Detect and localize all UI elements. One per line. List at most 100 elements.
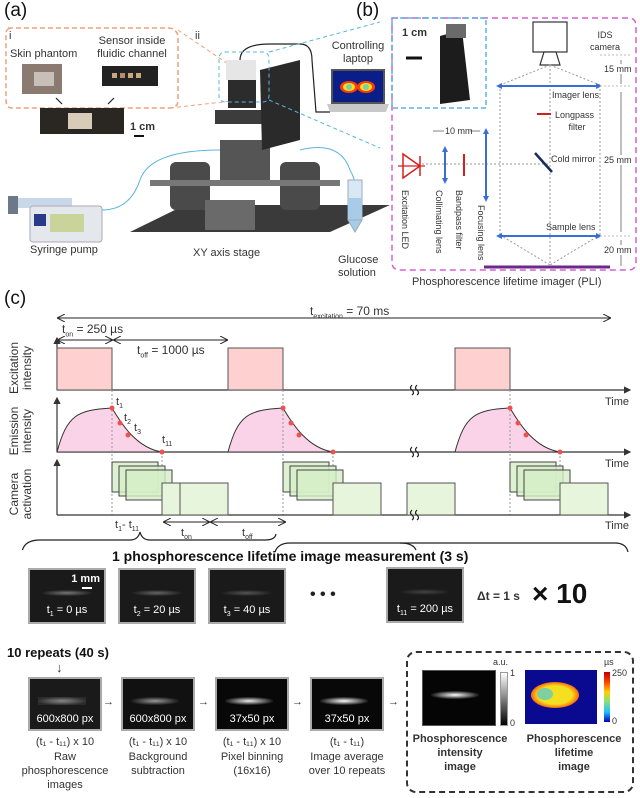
focusing-lens-label: Focusing lens bbox=[476, 205, 486, 261]
excitation-pulse bbox=[454, 347, 511, 391]
point-t1: t1 bbox=[116, 396, 123, 411]
excitation-pulse bbox=[227, 347, 284, 391]
pipeline-size: 600x800 px bbox=[36, 713, 94, 725]
frame-t2: t2 = 20 µs bbox=[118, 568, 196, 624]
dim-25mm: 25 mm bbox=[604, 155, 632, 165]
pipeline-size: 37x50 px bbox=[229, 713, 275, 725]
intensity-unit: a.u. bbox=[493, 657, 509, 667]
repeats-title: 10 repeats (40 s) bbox=[7, 645, 109, 660]
lifetime-image bbox=[525, 670, 597, 724]
cold-mirror bbox=[534, 152, 553, 173]
y-label-camera: Camera activation bbox=[7, 468, 34, 520]
sensor-label-1: Sensor inside bbox=[98, 35, 166, 47]
pipeline-desc: subtraction bbox=[131, 765, 185, 777]
arrow-right-icon: → bbox=[198, 696, 209, 708]
skin-phantom-label: Skin phantom bbox=[10, 48, 78, 60]
syringe-pump-label: Syringe pump bbox=[30, 244, 98, 256]
longpass-label-2: filter bbox=[568, 122, 586, 132]
sensor-label-2: fluidic channel bbox=[97, 48, 167, 60]
intensity-colorbar bbox=[500, 672, 508, 726]
sample-point bbox=[507, 405, 513, 411]
pipeline-raw-image: 600x800 px bbox=[28, 677, 102, 731]
glucose-tube-icon bbox=[347, 179, 363, 233]
frame-t11: t11 = 200 µs bbox=[386, 567, 464, 623]
lifetime-title: lifetime bbox=[554, 747, 594, 759]
xy-stage-label: XY axis stage bbox=[193, 247, 261, 259]
y-label-excitation: Excitation intensity bbox=[7, 341, 34, 395]
dim-20mm: 20 mm bbox=[604, 245, 632, 255]
lifetime-title: Phosphorescence bbox=[526, 733, 622, 745]
frame-caption: t1 = 0 µs bbox=[46, 603, 88, 618]
t-on-label: ton = 250 µs bbox=[62, 322, 124, 339]
emission-curve bbox=[227, 407, 334, 453]
collimating-lens-label: Collimating lens bbox=[434, 190, 444, 254]
ids-camera-icon bbox=[532, 21, 568, 53]
times-ten-label: × 10 bbox=[532, 578, 588, 609]
arrow-right-icon: → bbox=[103, 696, 114, 708]
intensity-max: 1 bbox=[510, 668, 516, 678]
pipeline-desc: (16x16) bbox=[233, 765, 271, 777]
t-on-bottom-label: ton bbox=[181, 527, 192, 542]
pipeline-binning-image: 37x50 px bbox=[215, 677, 289, 731]
range-t1-t11: t1- t11 bbox=[115, 519, 140, 534]
pipeline-range: (t₁ - t₁₁) x 10 bbox=[222, 736, 282, 748]
frame-t3: t3 = 40 µs bbox=[208, 568, 286, 624]
excitation-pulse bbox=[56, 347, 113, 391]
ids-label-2: camera bbox=[589, 42, 620, 52]
intensity-image bbox=[422, 670, 496, 726]
dim-15mm: 15 mm bbox=[604, 64, 632, 74]
excitation-led-label: Excitation LED bbox=[400, 190, 410, 250]
sample-point bbox=[557, 449, 563, 455]
sample-point bbox=[117, 420, 123, 426]
sample-point bbox=[109, 405, 115, 411]
pipeline-range: (t₁ - t₁₁) x 10 bbox=[35, 736, 95, 748]
sample-lens-label: Sample lens bbox=[546, 222, 596, 232]
inset-i-label: i bbox=[9, 30, 12, 42]
pli-photo bbox=[440, 24, 470, 104]
down-arrow-icon: ↓ bbox=[56, 660, 63, 675]
panel-b-letter: (b) bbox=[356, 0, 380, 21]
glucose-label-2: solution bbox=[338, 267, 376, 279]
point-t3: t3 bbox=[134, 422, 141, 437]
measurement-title: 1 phosphorescence lifetime image measure… bbox=[112, 548, 469, 564]
pipeline-range: (t₁ - t₁₁) x 10 bbox=[128, 736, 188, 748]
lifetime-max: 250 bbox=[612, 668, 628, 678]
time-label-3: Time bbox=[605, 520, 630, 532]
arrow-right-icon: → bbox=[292, 696, 303, 708]
syringe-pump-icon bbox=[8, 196, 103, 243]
arrow-right-icon: → bbox=[388, 696, 399, 708]
pipeline-average-image: 37x50 px bbox=[310, 677, 384, 731]
intensity-title: image bbox=[444, 761, 476, 773]
delta-t-label: Δt = 1 s bbox=[477, 589, 520, 603]
pipeline-desc: Image average bbox=[310, 751, 384, 763]
sample-point bbox=[515, 420, 521, 426]
camera-window bbox=[332, 482, 382, 516]
intensity-title: Phosphorescence bbox=[412, 733, 508, 745]
emission-curve bbox=[454, 407, 561, 453]
frame-t1: 1 mm t1 = 0 µs bbox=[28, 568, 106, 624]
pipeline-bg-sub-image: 600x800 px bbox=[121, 677, 195, 731]
lifetime-unit: µs bbox=[604, 657, 614, 667]
lifetime-colorbar bbox=[604, 672, 610, 722]
camera-window bbox=[179, 482, 229, 516]
intensity-title: intensity bbox=[437, 747, 483, 759]
glucose-label-1: Glucose bbox=[338, 254, 379, 266]
frame-caption: t2 = 20 µs bbox=[133, 603, 181, 618]
scale-bar-1mm bbox=[82, 587, 92, 589]
pipeline-size: 600x800 px bbox=[129, 713, 187, 725]
pipeline-desc: Pixel binning bbox=[220, 751, 284, 763]
t-off-label: toff = 1000 µs bbox=[137, 343, 205, 360]
time-label-1: Time bbox=[605, 396, 630, 408]
scale-1mm: 1 mm bbox=[71, 573, 100, 585]
sample-point bbox=[523, 432, 529, 438]
pli-border bbox=[391, 17, 637, 271]
sample-point bbox=[159, 449, 165, 455]
laptop-label-2: laptop bbox=[343, 53, 373, 65]
intensity-min: 0 bbox=[510, 718, 516, 728]
camera-window bbox=[406, 482, 456, 516]
pipeline-desc: images bbox=[47, 779, 83, 791]
scale-label-b: 1 cm bbox=[402, 27, 428, 39]
pli-caption: Phosphorescence lifetime imager (PLI) bbox=[412, 276, 602, 288]
time-label-2: Time bbox=[605, 458, 630, 470]
ids-label-1: IDS bbox=[597, 30, 613, 40]
